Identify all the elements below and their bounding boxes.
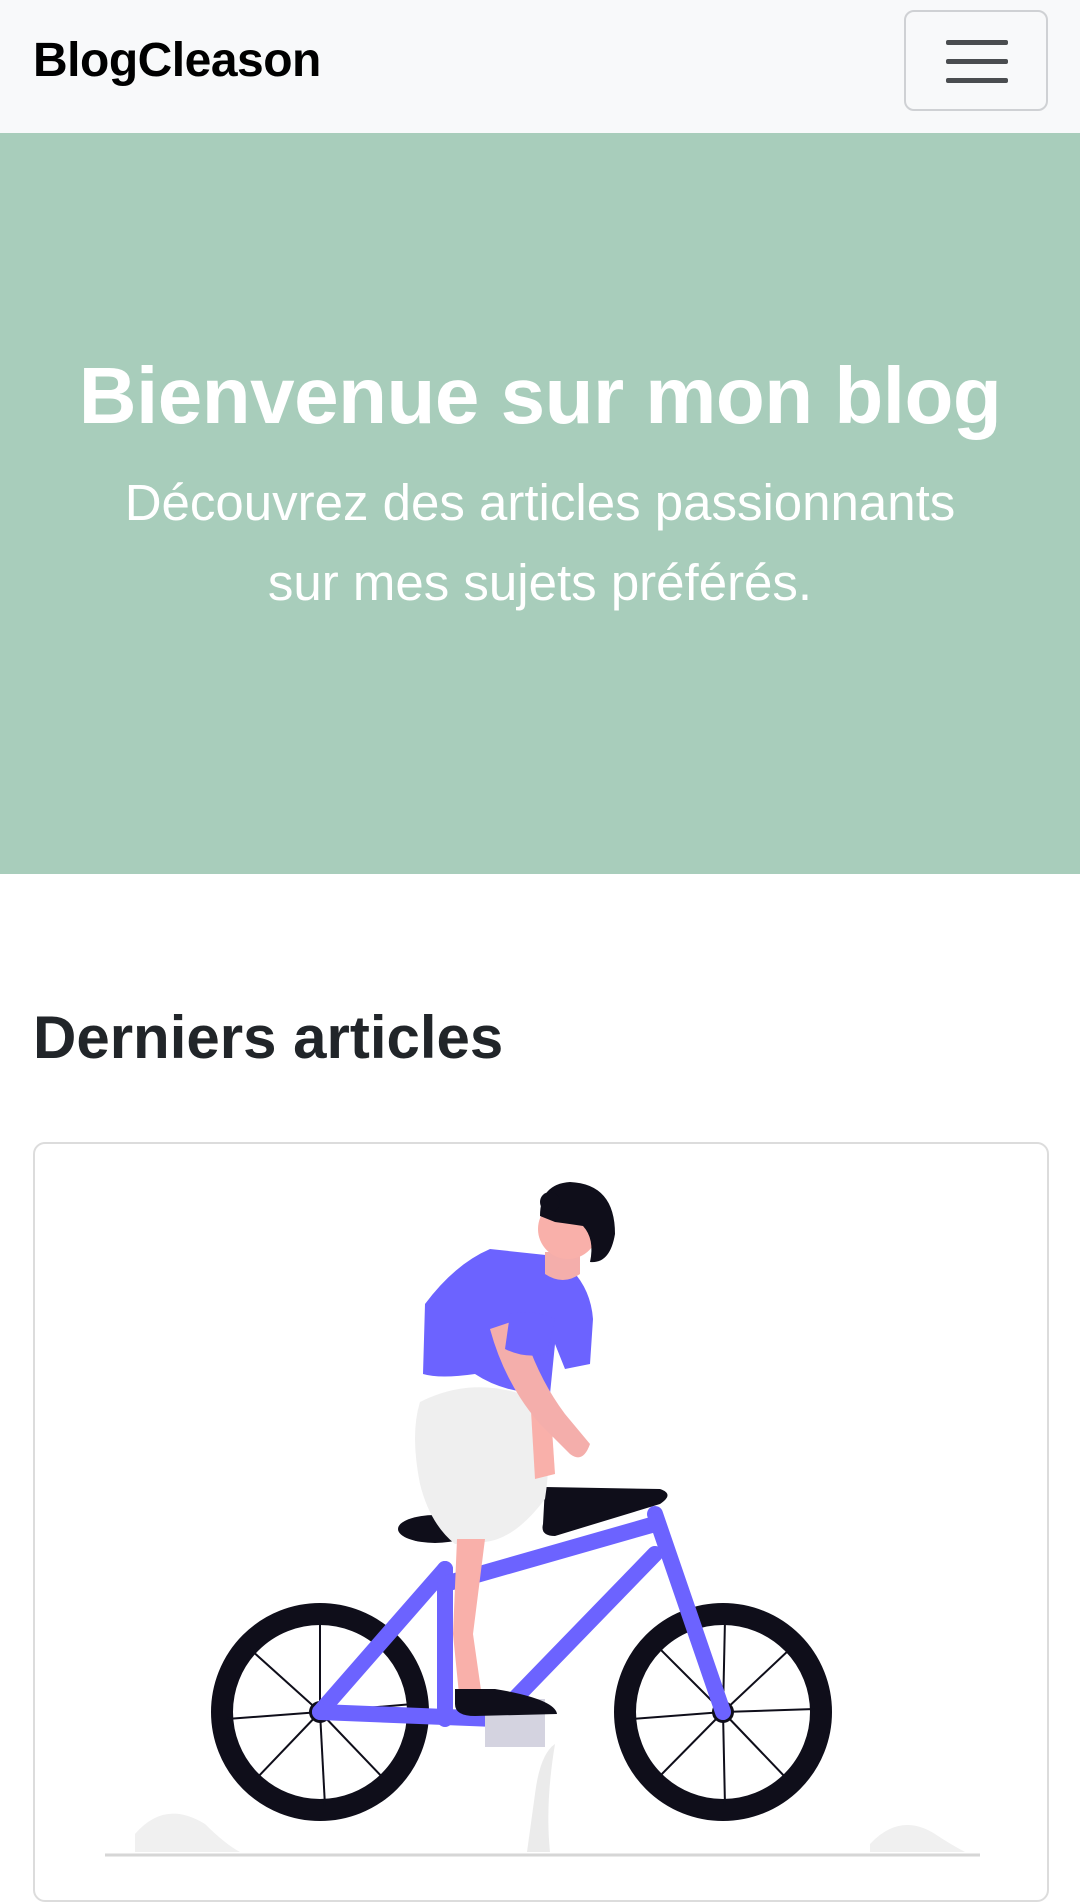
brand-link[interactable]: BlogCleason — [33, 30, 321, 92]
section-title: Derniers articles — [33, 1004, 504, 1071]
hero-subtitle: Découvrez des articles passionnants sur … — [124, 474, 956, 611]
navbar-toggle-button[interactable] — [904, 10, 1048, 111]
hero-banner: Bienvenue sur mon blog Découvrez des art… — [0, 133, 1080, 874]
article-card[interactable] — [33, 1142, 1049, 1902]
navbar: BlogCleason — [0, 0, 1080, 133]
person-riding-bicycle-illustration — [105, 1182, 980, 1857]
hero-title: Bienvenue sur mon blog — [78, 351, 1002, 440]
